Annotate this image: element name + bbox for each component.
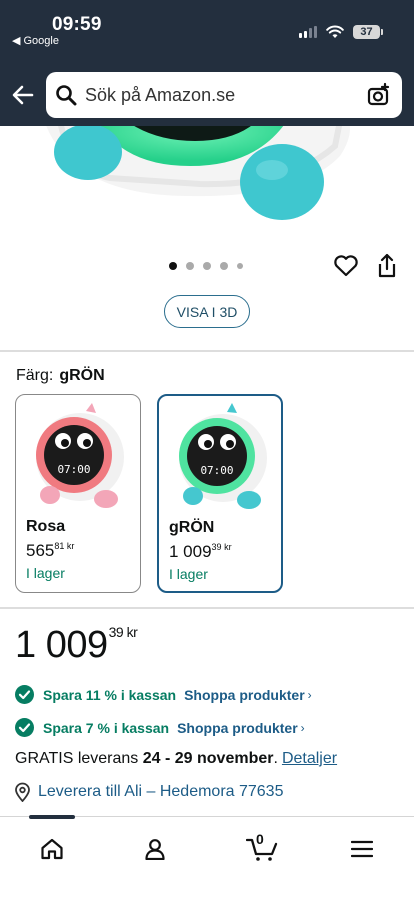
check-circle-icon bbox=[15, 685, 34, 704]
nav-menu[interactable] bbox=[342, 831, 382, 867]
svg-text:07:00: 07:00 bbox=[57, 463, 90, 476]
price-currency: kr bbox=[126, 624, 138, 640]
back-app-label: Google bbox=[23, 34, 59, 47]
option-price-fraction: 81 bbox=[54, 541, 65, 551]
share-icon[interactable] bbox=[376, 253, 398, 279]
option-name: Rosa bbox=[26, 518, 66, 535]
top-header: 09:59 ◀ Google 37 bbox=[0, 0, 414, 126]
status-time: 09:59 bbox=[52, 14, 102, 35]
nav-home[interactable] bbox=[32, 831, 72, 867]
color-option-gron[interactable]: 07:00 gRÖN 1 00939 kr I lager bbox=[157, 394, 283, 593]
promotion-text: Spara 7 % i kassan bbox=[43, 719, 170, 736]
product-image[interactable] bbox=[0, 126, 414, 236]
option-stock: I lager bbox=[169, 566, 208, 582]
pager-dot[interactable] bbox=[186, 262, 194, 270]
search-icon bbox=[56, 85, 77, 106]
camera-search-icon[interactable] bbox=[366, 82, 392, 108]
cart-count: 0 bbox=[256, 831, 264, 847]
back-to-app-link[interactable]: ◀ Google bbox=[12, 34, 59, 48]
delivery-details-link[interactable]: Detaljer bbox=[282, 750, 337, 767]
gron-clock-thumbnail: 07:00 bbox=[179, 403, 267, 509]
option-price-whole: 1 009 bbox=[169, 542, 212, 561]
option-stock: I lager bbox=[26, 565, 65, 581]
delivery-prefix: GRATIS leverans bbox=[15, 750, 139, 767]
option-price-whole: 565 bbox=[26, 541, 55, 560]
menu-icon bbox=[351, 840, 373, 858]
chevron-right-icon: › bbox=[307, 687, 312, 702]
price-fraction: 39 bbox=[108, 624, 124, 640]
back-triangle-icon: ◀ bbox=[12, 35, 21, 47]
color-option-rosa[interactable]: 07:00 Rosa 56581 kr I lager bbox=[15, 394, 141, 593]
battery-icon: 37 bbox=[353, 25, 383, 39]
pager-dot[interactable] bbox=[220, 262, 228, 270]
color-selector-label: Färg: gRÖN bbox=[16, 367, 105, 385]
nav-account[interactable] bbox=[135, 831, 175, 867]
bottom-navigation: 0 bbox=[0, 815, 414, 900]
section-divider bbox=[0, 350, 414, 352]
back-arrow-icon[interactable] bbox=[10, 82, 36, 108]
promotion-row: Spara 11 % i kassan Shoppa produkter › bbox=[15, 685, 312, 704]
option-name: gRÖN bbox=[169, 519, 215, 536]
selected-color-value: gRÖN bbox=[59, 367, 105, 384]
home-icon bbox=[41, 838, 63, 860]
heart-icon[interactable] bbox=[333, 254, 359, 278]
pager-dot[interactable] bbox=[203, 262, 211, 270]
search-bar[interactable] bbox=[46, 72, 402, 118]
delivery-dates: 24 - 29 november bbox=[142, 750, 274, 767]
option-price-currency: kr bbox=[66, 541, 75, 551]
nav-cart[interactable]: 0 bbox=[240, 831, 284, 867]
clock-product-illustration bbox=[46, 126, 350, 220]
option-price-currency: kr bbox=[224, 542, 232, 552]
shop-products-link[interactable]: Shoppa produkter bbox=[184, 687, 305, 703]
price-whole: 1 009 bbox=[15, 624, 108, 666]
image-pager[interactable] bbox=[169, 262, 243, 270]
pager-dot[interactable] bbox=[237, 263, 243, 269]
promotion-row: Spara 7 % i kassan Shoppa produkter › bbox=[15, 718, 305, 737]
wifi-icon bbox=[326, 25, 344, 38]
option-price: 1 00939 kr bbox=[169, 542, 232, 562]
deliver-to-location[interactable]: Leverera till Ali – Hedemora 77635 bbox=[14, 782, 283, 802]
active-tab-indicator bbox=[29, 815, 75, 819]
delivery-suffix: . bbox=[273, 750, 278, 767]
product-price: 1 00939 kr bbox=[15, 624, 138, 667]
account-icon bbox=[145, 839, 165, 860]
delivery-info: GRATIS leverans 24 - 29 november. Detalje… bbox=[15, 750, 337, 768]
rosa-clock-thumbnail: 07:00 bbox=[36, 403, 124, 508]
section-divider bbox=[0, 607, 414, 609]
cellular-signal-icon bbox=[299, 26, 317, 38]
svg-text:07:00: 07:00 bbox=[200, 464, 233, 477]
search-input[interactable] bbox=[85, 84, 355, 106]
option-price-fraction: 39 bbox=[211, 542, 222, 552]
location-text: Leverera till Ali – Hedemora 77635 bbox=[38, 783, 284, 800]
status-indicators: 37 bbox=[299, 25, 383, 39]
location-pin-icon bbox=[15, 782, 30, 802]
pager-dot-active[interactable] bbox=[169, 262, 177, 270]
view-3d-button[interactable]: VISA I 3D bbox=[164, 295, 250, 328]
chevron-right-icon: › bbox=[300, 720, 305, 735]
promotion-text: Spara 11 % i kassan bbox=[43, 686, 177, 703]
color-label-text: Färg: bbox=[16, 367, 54, 384]
option-price: 56581 kr bbox=[26, 541, 74, 561]
shop-products-link[interactable]: Shoppa produkter bbox=[177, 720, 298, 736]
check-circle-icon bbox=[15, 718, 34, 737]
